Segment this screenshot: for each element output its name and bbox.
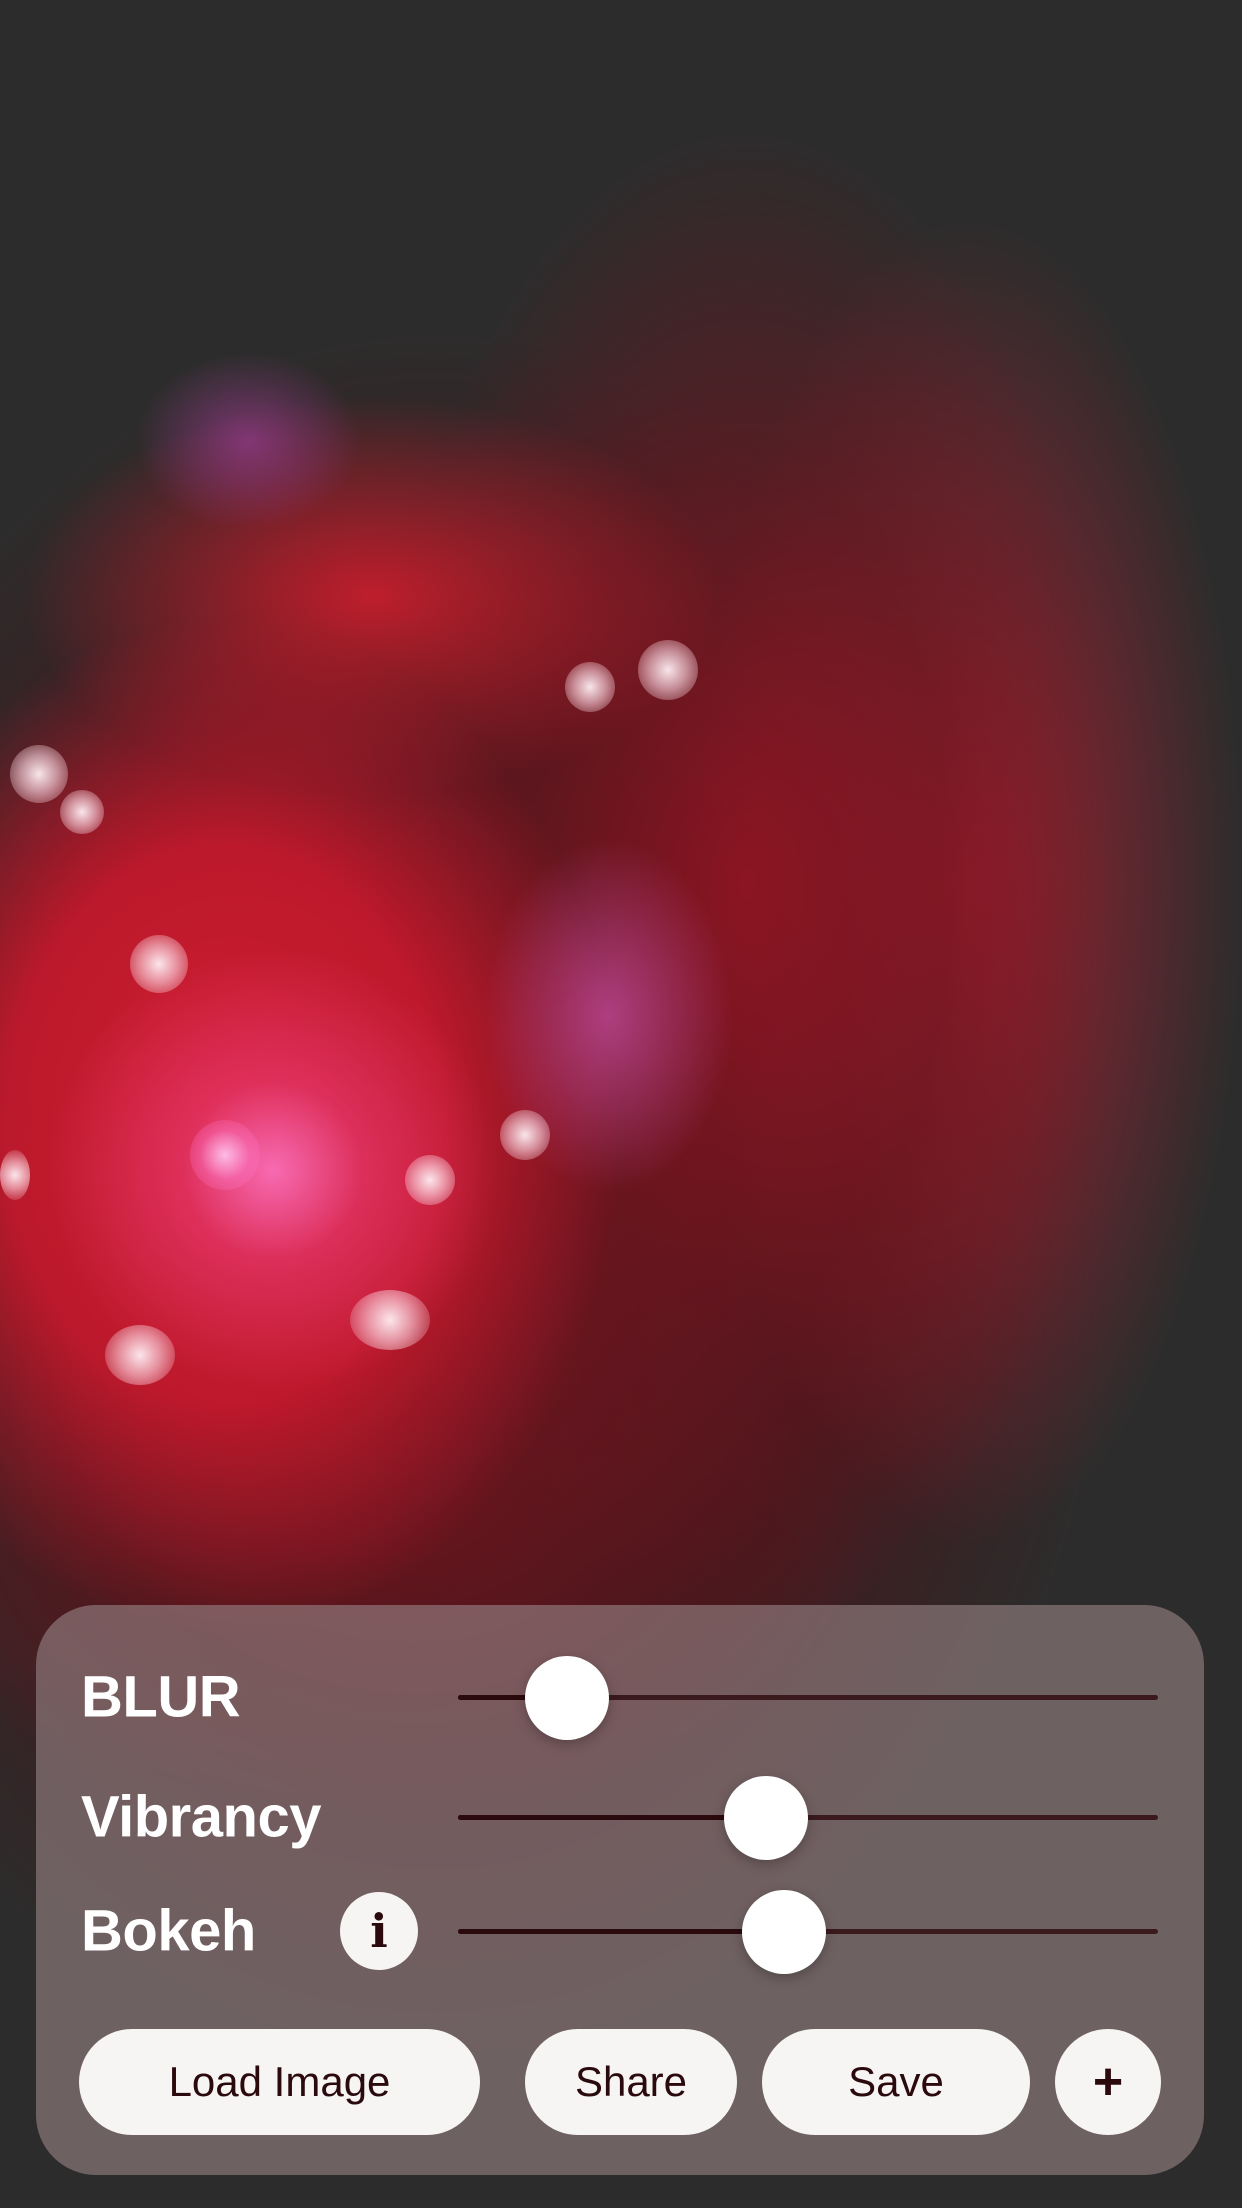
blur-slider[interactable] [458,1655,1158,1740]
bokeh-highlight [0,1150,30,1200]
vibrancy-slider-fill [458,1815,766,1820]
bokeh-highlight [10,745,68,803]
bokeh-highlight [190,1120,260,1190]
share-button[interactable]: Share [525,2029,737,2135]
action-buttons: Load Image Share Save + [36,2029,1204,2135]
add-button[interactable]: + [1055,2029,1161,2135]
vibrancy-slider-thumb[interactable] [724,1775,808,1860]
bokeh-highlight [565,662,615,712]
bokeh-highlight [105,1325,175,1385]
bokeh-label: Bokeh [81,1898,256,1964]
bokeh-slider-fill [458,1929,784,1934]
bokeh-highlight [350,1290,430,1350]
save-button[interactable]: Save [762,2029,1030,2135]
editor-screen: BLUR Vibrancy Bokeh i Load Image Share S… [0,0,1242,2208]
bokeh-info-button[interactable]: i [340,1892,418,1970]
bokeh-highlight [130,935,188,993]
blur-slider-row: BLUR [36,1652,1204,1742]
control-panel: BLUR Vibrancy Bokeh i Load Image Share S… [36,1605,1204,2175]
blur-label: BLUR [81,1664,241,1730]
bokeh-slider[interactable] [458,1889,1158,1974]
bokeh-highlight [638,640,698,700]
vibrancy-slider[interactable] [458,1775,1158,1860]
load-image-button[interactable]: Load Image [79,2029,480,2135]
vibrancy-slider-row: Vibrancy [36,1772,1204,1862]
bokeh-highlight [60,790,104,834]
bokeh-highlight [500,1110,550,1160]
bokeh-slider-row: Bokeh i [36,1886,1204,1976]
bokeh-slider-thumb[interactable] [742,1889,826,1974]
blur-slider-thumb[interactable] [525,1655,609,1740]
vibrancy-label: Vibrancy [81,1784,321,1850]
bokeh-highlight [405,1155,455,1205]
